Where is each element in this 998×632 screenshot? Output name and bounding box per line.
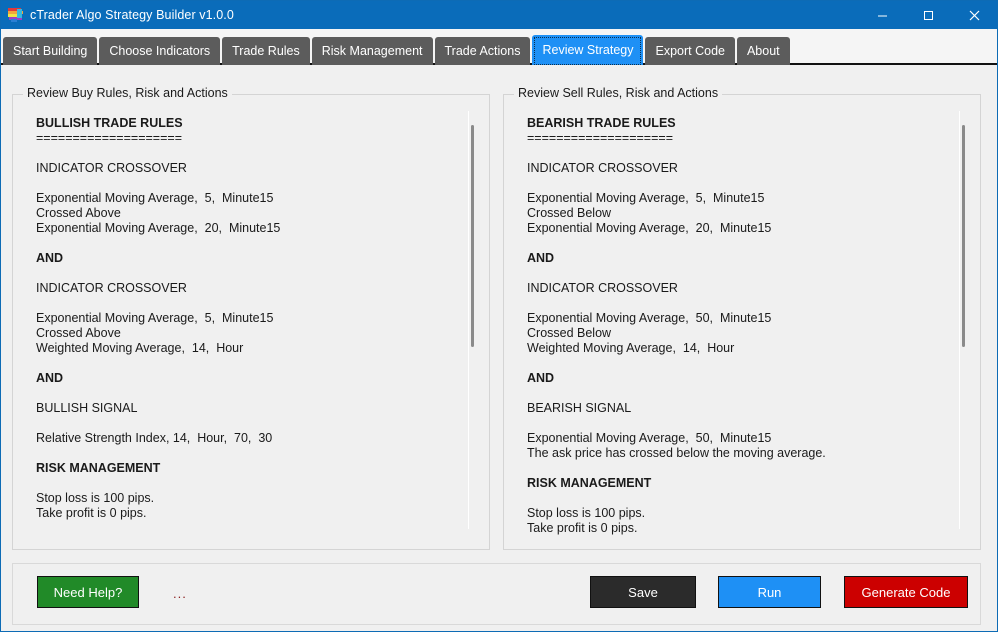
rule-line: INDICATOR CROSSOVER (36, 281, 187, 295)
maximize-icon[interactable] (905, 1, 951, 29)
sell-rules-textpane[interactable]: BEARISH TRADE RULES ==================== I… (514, 108, 971, 540)
window-controls (859, 1, 997, 29)
rule-line: RISK MANAGEMENT (527, 476, 652, 490)
rule-line: BULLISH TRADE RULES (36, 116, 183, 130)
title-bar: cTrader Algo Strategy Builder v1.0.0 (1, 1, 997, 29)
tab-label: Trade Actions (444, 44, 521, 58)
rule-line: INDICATOR CROSSOVER (527, 281, 678, 295)
rule-line: Crossed Above (36, 326, 121, 340)
buy-rules-groupbox: Review Buy Rules, Risk and Actions BULLI… (12, 86, 490, 550)
rule-line: Exponential Moving Average, 5, Minute15 (36, 311, 274, 325)
tab-label: Trade Rules (232, 44, 300, 58)
rule-line: AND (36, 371, 64, 385)
rule-line: BEARISH TRADE RULES (527, 116, 676, 130)
generate-code-button[interactable]: Generate Code (844, 576, 968, 608)
rule-line: AND (36, 251, 64, 265)
focus-outline (534, 37, 642, 65)
tab-label: Export Code (655, 44, 725, 58)
rule-line: Crossed Below (527, 206, 612, 220)
tab-label: About (746, 44, 780, 58)
rule-line: Take profit is 0 pips. (36, 506, 147, 520)
scrollbar-thumb[interactable] (471, 125, 474, 347)
rule-line: Exponential Moving Average, 20, Minute15 (527, 221, 772, 235)
buy-rules-textpane[interactable]: BULLISH TRADE RULES ==================== I… (23, 108, 480, 540)
action-bar: Need Help? ... Save Run Generate Code (12, 563, 981, 625)
rule-line: INDICATOR CROSSOVER (36, 161, 187, 175)
tab-label: Choose Indicators (109, 44, 211, 58)
rule-line: Crossed Above (36, 206, 121, 220)
tab-about[interactable]: About (736, 37, 790, 65)
close-icon[interactable] (951, 1, 997, 29)
rule-line: INDICATOR CROSSOVER (527, 161, 678, 175)
sell-rules-groupbox: Review Sell Rules, Risk and Actions BEAR… (503, 86, 981, 550)
save-button[interactable]: Save (590, 576, 696, 608)
app-window: cTrader Algo Strategy Builder v1.0.0 Sta… (0, 0, 998, 632)
tab-strip: Start Building Choose Indicators Trade Rul… (1, 29, 997, 65)
rule-line: Weighted Moving Average, 14, Hour (36, 341, 244, 355)
rule-line: BULLISH SIGNAL (36, 401, 138, 415)
rule-line: Exponential Moving Average, 50, Minute15 (527, 431, 772, 445)
tab-export-code[interactable]: Export Code (645, 37, 735, 65)
tab-review-strategy[interactable]: Review Strategy (532, 35, 644, 65)
content-area: Review Buy Rules, Risk and Actions BULLI… (1, 65, 997, 631)
rule-line: Exponential Moving Average, 20, Minute15 (36, 221, 281, 235)
tab-risk-management[interactable]: Risk Management (311, 37, 433, 65)
sell-rules-title: Review Sell Rules, Risk and Actions (514, 86, 723, 100)
rule-line: Take profit is 0 pips. (527, 521, 638, 535)
need-help-button[interactable]: Need Help? (37, 576, 139, 608)
tab-trade-actions[interactable]: Trade Actions (434, 37, 531, 65)
rule-line: Relative Strength Index, 14, Hour, 70, 3… (36, 431, 273, 445)
tab-trade-rules[interactable]: Trade Rules (222, 37, 310, 65)
rule-line: Exponential Moving Average, 5, Minute15 (36, 191, 274, 205)
run-button[interactable]: Run (718, 576, 821, 608)
rule-line: ==================== (527, 131, 673, 145)
rule-line: AND (527, 251, 555, 265)
tab-label: Risk Management (321, 44, 423, 58)
rule-line: Stop loss is 100 pips. (36, 491, 155, 505)
tab-start-building[interactable]: Start Building (3, 37, 98, 65)
rule-line: ==================== (36, 131, 182, 145)
ctrader-logo-icon (8, 7, 24, 23)
rule-line: Exponential Moving Average, 5, Minute15 (527, 191, 765, 205)
buy-rules-scrollbar[interactable] (468, 111, 475, 529)
scrollbar-thumb[interactable] (962, 125, 965, 347)
minimize-icon[interactable] (859, 1, 905, 29)
status-dots: ... (173, 586, 187, 601)
rule-line: The ask price has crossed below the movi… (527, 446, 826, 460)
tab-label: Start Building (13, 44, 88, 58)
rule-line: AND (527, 371, 555, 385)
rule-line: RISK MANAGEMENT (36, 461, 161, 475)
rule-line: BEARISH SIGNAL (527, 401, 632, 415)
buy-rules-title: Review Buy Rules, Risk and Actions (23, 86, 232, 100)
window-title: cTrader Algo Strategy Builder v1.0.0 (30, 8, 234, 22)
rule-line: Crossed Below (527, 326, 612, 340)
rule-line: Weighted Moving Average, 14, Hour (527, 341, 735, 355)
tab-choose-indicators[interactable]: Choose Indicators (99, 37, 221, 65)
rule-line: Stop loss is 100 pips. (527, 506, 646, 520)
sell-rules-scrollbar[interactable] (959, 111, 966, 529)
rule-line: Exponential Moving Average, 50, Minute15 (527, 311, 772, 325)
